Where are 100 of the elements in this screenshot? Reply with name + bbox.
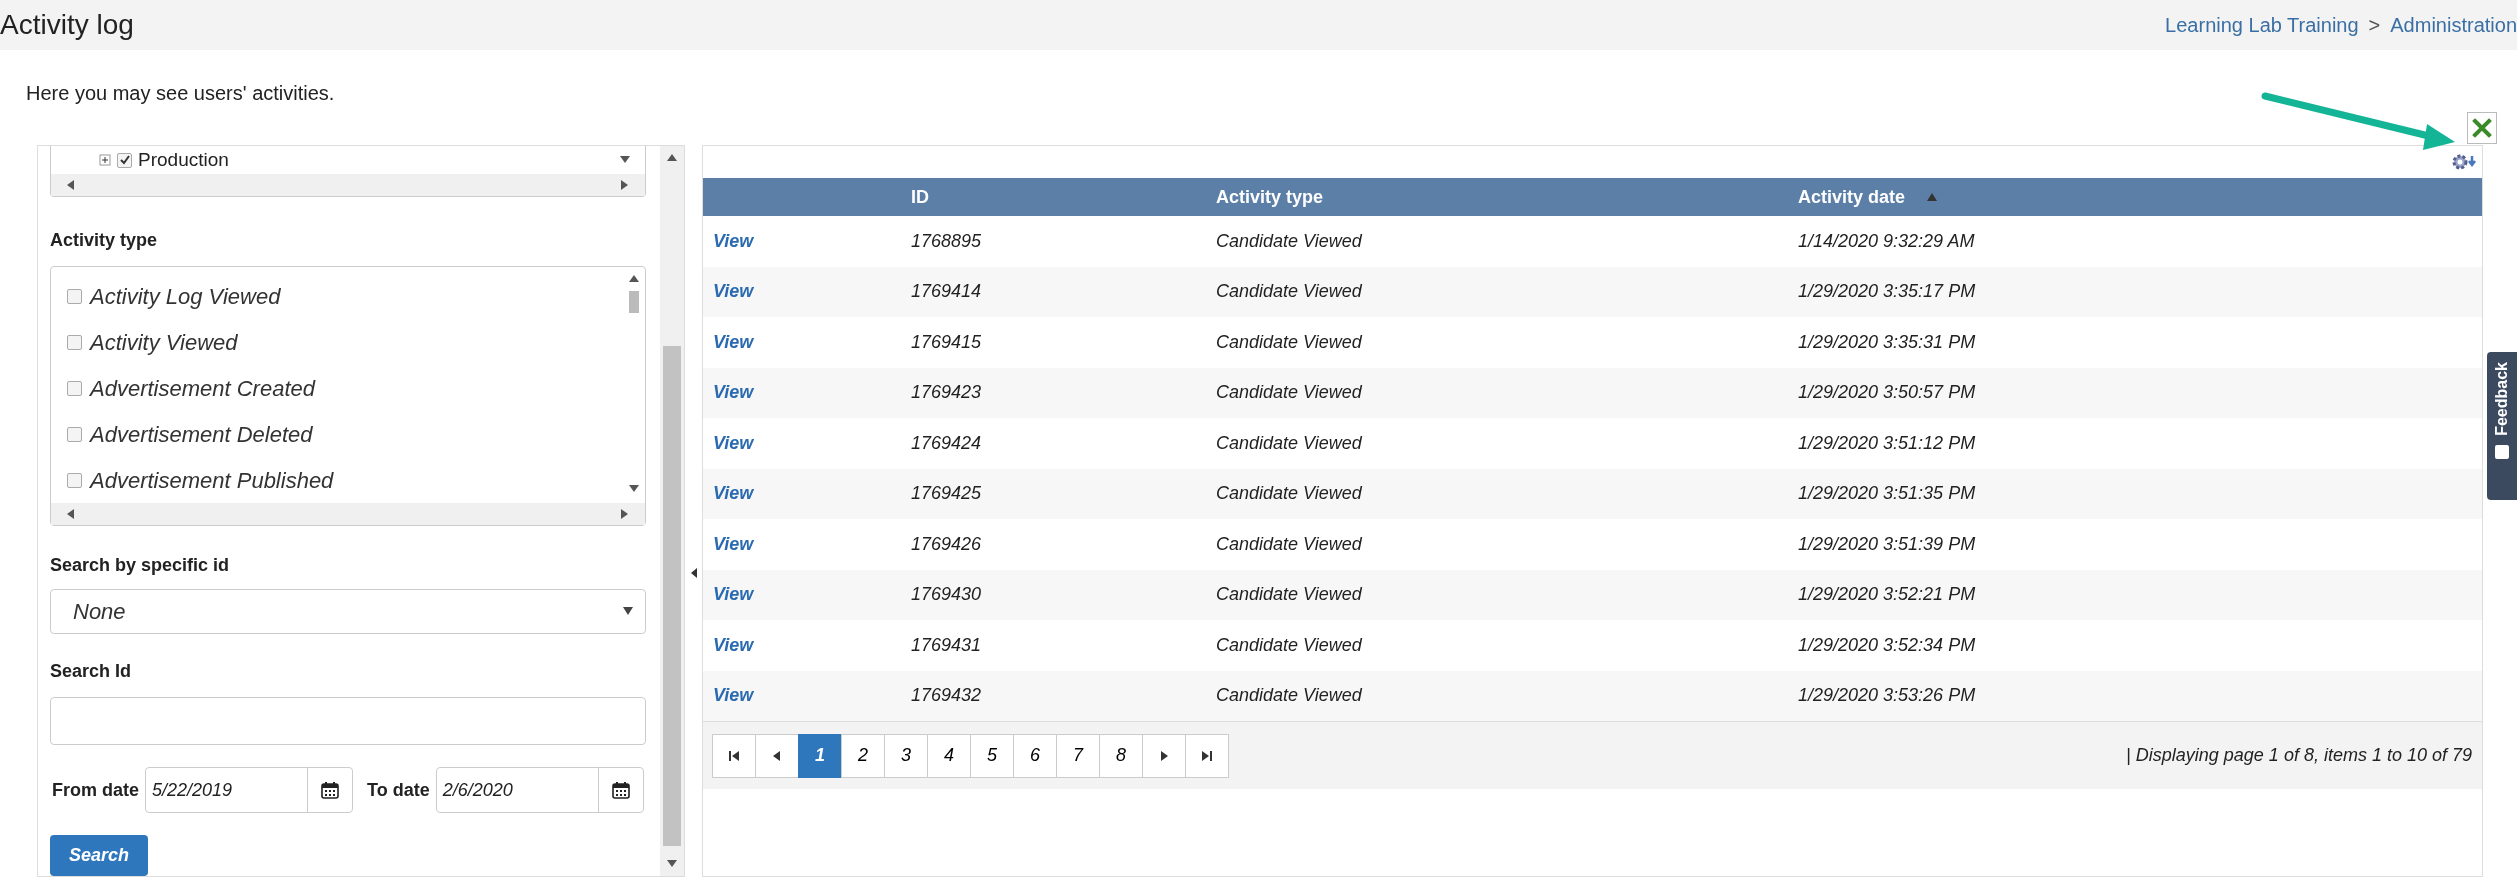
view-link[interactable]: View <box>713 533 754 554</box>
table-cell: Candidate Viewed <box>1216 533 1362 554</box>
table-cell: Candidate Viewed <box>1216 331 1362 352</box>
first-page-button[interactable] <box>712 733 756 778</box>
first-page-icon <box>728 749 740 762</box>
table-cell: 1768895 <box>911 230 982 251</box>
table-cell-text: 1/29/2020 3:50:57 PM <box>1798 381 1976 405</box>
expand-icon[interactable] <box>99 154 111 166</box>
scroll-up-icon[interactable] <box>666 152 678 164</box>
table-cell: Candidate Viewed <box>1216 483 1362 504</box>
page-button[interactable]: 1 <box>798 733 842 778</box>
page-button[interactable]: 5 <box>970 733 1014 778</box>
page-button[interactable]: 3 <box>884 733 928 778</box>
calendar-icon <box>610 780 631 801</box>
view-link[interactable]: View <box>713 483 754 504</box>
horizontal-scrollbar[interactable] <box>51 174 645 196</box>
gear-icon[interactable] <box>2450 152 2476 172</box>
scrollbar-thumb[interactable] <box>629 291 639 313</box>
column-header[interactable]: Activity date <box>1798 183 1906 211</box>
page-title: Activity log <box>0 11 134 39</box>
search-button[interactable]: Search <box>50 835 148 876</box>
feedback-tab[interactable]: Feedback <box>2487 352 2517 500</box>
table-cell-text: 1/29/2020 3:52:34 PM <box>1798 633 1976 657</box>
field-label: Search by specific id <box>50 554 231 577</box>
field-label: Search Id <box>50 659 133 683</box>
intro-text: Here you may see users' activities. <box>26 81 335 106</box>
table-cell: 1769431 <box>911 634 982 655</box>
checkbox[interactable] <box>67 380 82 396</box>
breadcrumb-link[interactable]: Administration <box>2390 10 2517 40</box>
table-cell: Candidate Viewed <box>1216 230 1362 251</box>
table-cell: Candidate Viewed <box>1216 432 1362 453</box>
table-cell-text: 1/14/2020 9:32:29 AM <box>1798 229 1975 253</box>
table-cell: Candidate Viewed <box>1216 634 1362 655</box>
table-cell-text: 1/29/2020 3:51:12 PM <box>1798 431 1976 455</box>
column-header[interactable]: ID <box>911 186 929 207</box>
activity-type-label: Advertisement Published <box>90 466 334 495</box>
last-page-button[interactable] <box>1185 733 1229 778</box>
table-cell-text: 1/29/2020 3:52:21 PM <box>1798 583 1976 607</box>
page-button[interactable]: 8 <box>1099 733 1143 778</box>
sort-arrow-icon[interactable] <box>1927 193 1938 201</box>
checkbox[interactable] <box>67 472 82 488</box>
calendar-icon <box>320 780 340 801</box>
horizontal-scrollbar[interactable] <box>51 503 645 525</box>
table-cell: 1769424 <box>911 432 982 453</box>
scrollbar-thumb[interactable] <box>663 346 681 846</box>
table-cell: Candidate Viewed <box>1216 382 1362 403</box>
activity-type-label: Advertisement Deleted <box>90 420 313 449</box>
table-cell-text: 1/29/2020 3:35:17 PM <box>1798 280 1976 304</box>
caret-icon <box>623 607 633 616</box>
checkbox[interactable] <box>67 334 82 350</box>
activity-type-label: Activity Log Viewed <box>90 282 281 311</box>
table-cell-text: 1/29/2020 3:35:31 PM <box>1798 330 1976 354</box>
table-cell: 1769414 <box>911 281 982 302</box>
table-cell-text: 1/29/2020 3:51:39 PM <box>1798 532 1976 556</box>
last-page-icon <box>1201 749 1213 762</box>
page-button[interactable]: 2 <box>841 733 885 778</box>
table-cell: 1769426 <box>911 533 982 554</box>
page-button[interactable]: 4 <box>927 733 971 778</box>
scroll-left-icon[interactable] <box>65 508 77 520</box>
breadcrumb-separator: > <box>2368 13 2381 38</box>
page-status: | Displaying page 1 of 8, items 1 to 10 of 79 <box>2126 744 2472 767</box>
search-id-field[interactable] <box>50 696 646 746</box>
checkbox[interactable] <box>67 288 82 304</box>
table-cell: 1769415 <box>911 331 982 352</box>
activity-type-label: Advertisement Created <box>90 374 315 403</box>
previous-icon <box>771 749 783 762</box>
table-cell: 1769423 <box>911 382 982 403</box>
table-cell-text: 1/29/2020 3:51:35 PM <box>1798 482 1976 506</box>
view-link[interactable]: View <box>713 230 754 251</box>
table-cell: Candidate Viewed <box>1216 281 1362 302</box>
vertical-scrollbar[interactable] <box>660 146 684 876</box>
x-mark-icon <box>2471 117 2493 139</box>
page-button[interactable]: 6 <box>1013 733 1057 778</box>
view-link[interactable]: View <box>713 584 754 605</box>
table-cell: 1769425 <box>911 483 982 504</box>
table-cell-text: 1/29/2020 3:53:26 PM <box>1798 684 1976 708</box>
checkbox[interactable] <box>117 152 132 168</box>
section-label: Activity type <box>50 229 159 252</box>
scroll-up-icon[interactable] <box>628 273 640 285</box>
view-link[interactable]: View <box>713 685 754 706</box>
view-link[interactable]: View <box>713 634 754 655</box>
previous-page-button[interactable] <box>755 733 799 778</box>
column-header[interactable]: Activity type <box>1216 186 1324 207</box>
activity-type-label: Activity Viewed <box>90 328 238 357</box>
scroll-left-icon[interactable] <box>65 179 77 191</box>
id-type-dropdown[interactable]: None <box>50 589 646 634</box>
view-link[interactable]: View <box>713 281 754 302</box>
view-link[interactable]: View <box>713 331 754 352</box>
page-button[interactable]: 7 <box>1056 733 1100 778</box>
table-cell: Candidate Viewed <box>1216 685 1362 706</box>
field-label: From date <box>52 778 139 802</box>
tree-item-label: Production <box>138 147 229 172</box>
breadcrumb-link[interactable]: Learning Lab Training <box>2165 10 2359 40</box>
excel-export-button[interactable] <box>2467 112 2497 144</box>
view-link[interactable]: View <box>713 432 754 453</box>
checkbox[interactable] <box>67 426 82 442</box>
table-cell: 1769432 <box>911 685 982 706</box>
next-icon <box>1158 749 1170 762</box>
table-cell: 1769430 <box>911 584 982 605</box>
view-link[interactable]: View <box>713 382 754 403</box>
